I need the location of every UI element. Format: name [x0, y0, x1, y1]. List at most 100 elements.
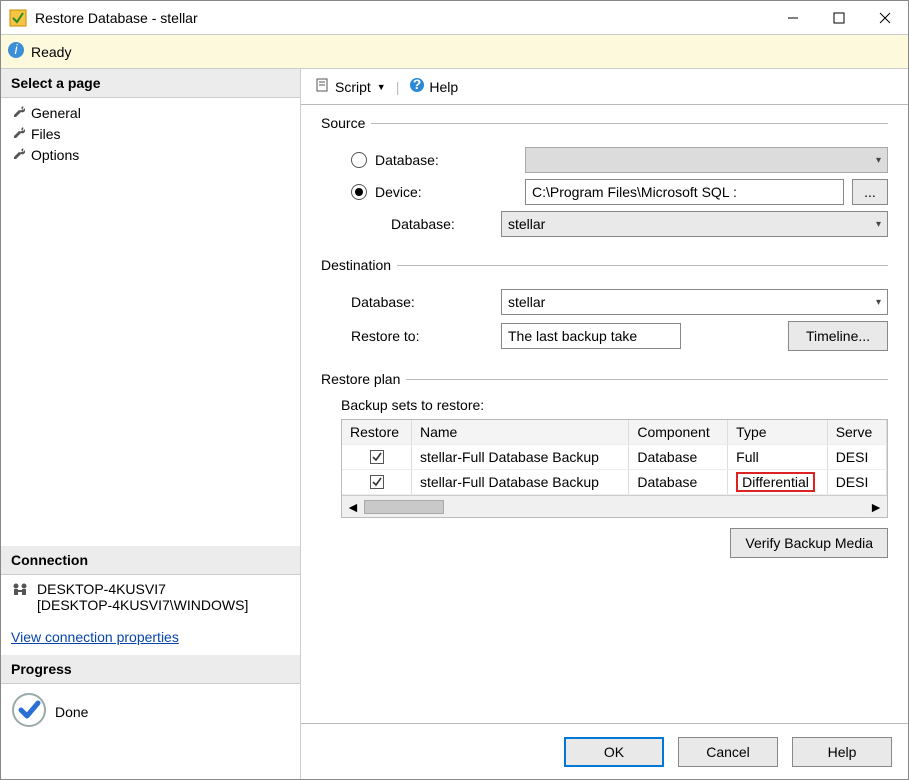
info-icon: i	[7, 41, 31, 62]
source-device-label: Device:	[375, 184, 525, 200]
connection-info: DESKTOP-4KUSVI7 [DESKTOP-4KUSVI7\WINDOWS…	[1, 575, 300, 619]
dialog-footer: OK Cancel Help	[301, 723, 908, 779]
connection-login: [DESKTOP-4KUSVI7\WINDOWS]	[37, 597, 248, 613]
sidebar-item-label: Options	[31, 147, 79, 163]
select-page-header: Select a page	[1, 69, 300, 98]
component-cell: Database	[629, 445, 728, 470]
component-cell: Database	[629, 470, 728, 495]
timeline-label: Timeline...	[806, 328, 870, 344]
script-label: Script	[335, 79, 371, 95]
scroll-left-icon[interactable]: ◄	[346, 499, 360, 515]
progress-status: Done	[1, 684, 300, 739]
progress-text: Done	[55, 704, 88, 720]
view-connection-properties-link[interactable]: View connection properties	[11, 629, 179, 645]
scroll-thumb[interactable]	[364, 500, 444, 514]
minimize-button[interactable]	[770, 1, 816, 34]
sidebar-item-general[interactable]: General	[1, 102, 300, 123]
server-cell: DESI	[827, 470, 886, 495]
scroll-right-icon[interactable]: ►	[869, 499, 883, 515]
connection-header: Connection	[1, 546, 300, 575]
help-icon: ?	[409, 77, 425, 96]
close-button[interactable]	[862, 1, 908, 34]
maximize-button[interactable]	[816, 1, 862, 34]
destination-group: Destination Database: stellar ▾ Restore t…	[321, 257, 888, 357]
progress-header: Progress	[1, 655, 300, 684]
source-device-textbox[interactable]: C:\Program Files\Microsoft SQL :	[525, 179, 844, 205]
sidebar-item-label: General	[31, 105, 81, 121]
table-row[interactable]: stellar-Full Database BackupDatabaseDiff…	[342, 470, 887, 495]
source-database-label: Database:	[375, 152, 525, 168]
col-component[interactable]: Component	[629, 420, 728, 445]
backup-sets-table: Restore Name Component Type Serve stella…	[342, 420, 887, 495]
restore-cell[interactable]	[342, 470, 412, 495]
type-cell: Differential	[728, 470, 828, 495]
sidebar: Select a page General Files Options Conn…	[1, 69, 301, 779]
status-text: Ready	[31, 44, 71, 60]
source-database-combo: ▾	[525, 147, 888, 173]
backup-sets-table-wrap: Restore Name Component Type Serve stella…	[341, 419, 888, 518]
dest-database-combo[interactable]: stellar ▾	[501, 289, 888, 315]
script-icon	[315, 77, 331, 96]
svg-text:?: ?	[413, 77, 422, 92]
col-restore[interactable]: Restore	[342, 420, 412, 445]
ok-label: OK	[604, 744, 624, 760]
sidebar-item-files[interactable]: Files	[1, 123, 300, 144]
window-title: Restore Database - stellar	[35, 10, 770, 26]
script-button[interactable]: Script ▼	[311, 75, 390, 98]
destination-legend: Destination	[321, 257, 397, 273]
source-db2-combo[interactable]: stellar ▾	[501, 211, 888, 237]
main-panel: Script ▼ | ? Help Source Database: ▾	[301, 69, 908, 779]
help-footer-label: Help	[828, 744, 857, 760]
source-group: Source Database: ▾ Device: C:\Program Fi…	[321, 115, 888, 243]
col-type[interactable]: Type	[728, 420, 828, 445]
verify-backup-media-button[interactable]: Verify Backup Media	[730, 528, 888, 558]
help-button[interactable]: ? Help	[405, 75, 462, 98]
restore-to-label: Restore to:	[351, 328, 501, 344]
timeline-button[interactable]: Timeline...	[788, 321, 888, 351]
restore-plan-legend: Restore plan	[321, 371, 406, 387]
restore-to-textbox[interactable]: The last backup take	[501, 323, 681, 349]
source-db2-label: Database:	[391, 216, 501, 232]
restore-cell[interactable]	[342, 445, 412, 470]
dest-database-value: stellar	[508, 294, 545, 310]
help-footer-button[interactable]: Help	[792, 737, 892, 767]
ellipsis-label: ...	[864, 184, 876, 200]
dest-database-label: Database:	[351, 294, 501, 310]
type-cell: Full	[728, 445, 828, 470]
source-database-radio[interactable]	[351, 152, 367, 168]
col-server[interactable]: Serve	[827, 420, 886, 445]
chevron-down-icon: ▾	[876, 297, 881, 308]
source-db2-value: stellar	[508, 216, 545, 232]
sidebar-item-label: Files	[31, 126, 61, 142]
chevron-down-icon: ▾	[876, 219, 881, 230]
chevron-down-icon: ▼	[377, 82, 386, 92]
status-bar: i Ready	[1, 35, 908, 69]
col-name[interactable]: Name	[412, 420, 629, 445]
source-device-value: C:\Program Files\Microsoft SQL :	[532, 184, 737, 200]
checkbox-icon[interactable]	[370, 475, 384, 489]
source-legend: Source	[321, 115, 371, 131]
server-cell: DESI	[827, 445, 886, 470]
restore-plan-group: Restore plan Backup sets to restore: Res…	[321, 371, 888, 558]
done-icon	[11, 692, 47, 731]
server-icon	[11, 581, 29, 602]
cancel-button[interactable]: Cancel	[678, 737, 778, 767]
name-cell: stellar-Full Database Backup	[412, 470, 629, 495]
titlebar: Restore Database - stellar	[1, 1, 908, 35]
browse-device-button[interactable]: ...	[852, 179, 888, 205]
cancel-label: Cancel	[706, 744, 750, 760]
ok-button[interactable]: OK	[564, 737, 664, 767]
horizontal-scrollbar[interactable]: ◄ ►	[342, 495, 887, 517]
toolbar: Script ▼ | ? Help	[301, 69, 908, 105]
wrench-icon	[11, 146, 25, 163]
verify-label: Verify Backup Media	[745, 535, 873, 551]
table-row[interactable]: stellar-Full Database BackupDatabaseFull…	[342, 445, 887, 470]
source-device-radio[interactable]	[351, 184, 367, 200]
connection-server: DESKTOP-4KUSVI7	[37, 581, 248, 597]
sidebar-item-options[interactable]: Options	[1, 144, 300, 165]
separator: |	[396, 79, 400, 95]
checkbox-icon[interactable]	[370, 450, 384, 464]
restore-to-value: The last backup take	[508, 328, 637, 344]
wrench-icon	[11, 125, 25, 142]
wrench-icon	[11, 104, 25, 121]
